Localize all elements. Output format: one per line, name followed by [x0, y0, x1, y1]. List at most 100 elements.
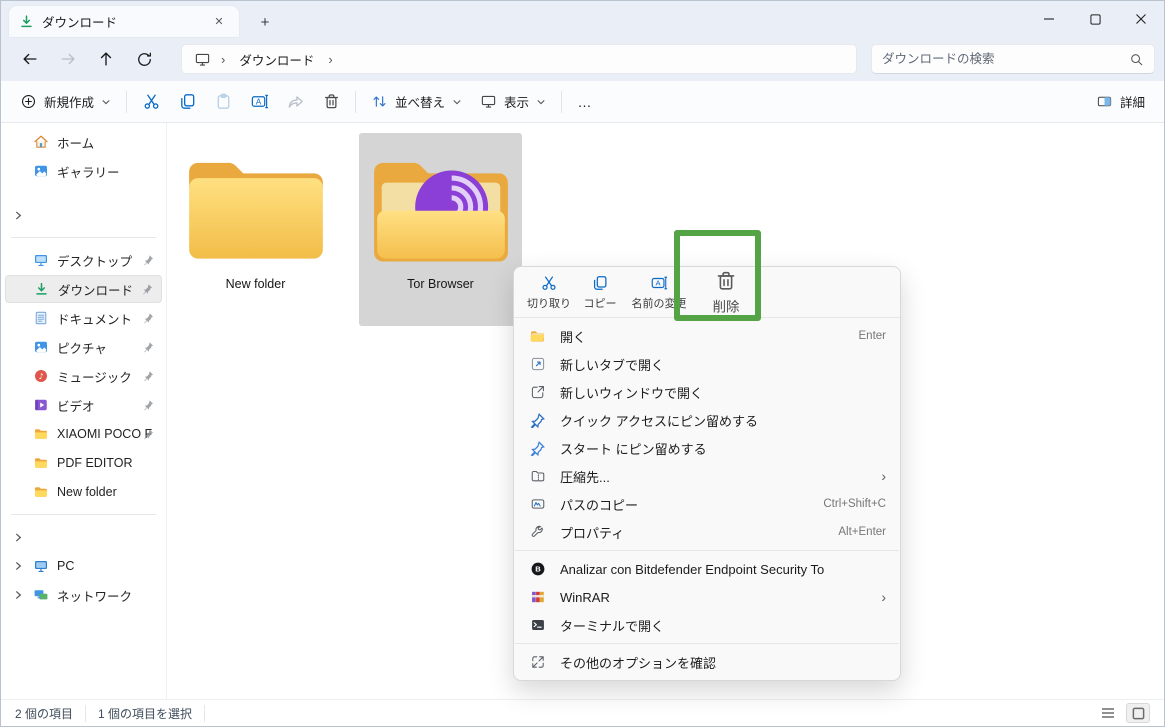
cut-menu-button[interactable]: 切り取り: [524, 269, 574, 315]
sidebar-item-home[interactable]: ホーム: [5, 128, 162, 156]
sidebar-item-pdf-editor[interactable]: PDF EDITOR: [5, 449, 162, 477]
maximize-button[interactable]: [1072, 1, 1118, 37]
breadcrumb-folder[interactable]: ダウンロード: [235, 48, 318, 71]
menu-item-bitdefender-scan[interactable]: B Analizar con Bitdefender Endpoint Secu…: [518, 555, 896, 583]
large-icons-view-button[interactable]: [1126, 703, 1150, 723]
this-pc-icon[interactable]: [194, 51, 211, 68]
pin-icon: [142, 284, 153, 295]
sidebar-divider: [11, 237, 156, 238]
menu-item-label: WinRAR: [560, 590, 610, 605]
menu-item-open-new-tab[interactable]: 新しいタブで開く: [518, 350, 896, 378]
sidebar-item-new-folder[interactable]: New folder: [5, 478, 162, 506]
menu-item-properties[interactable]: プロパティ Alt+Enter: [518, 518, 896, 546]
share-button[interactable]: [277, 87, 313, 117]
context-menu-list: 開く Enter 新しいタブで開く 新しいウィンドウで開く クイック アクセス: [514, 318, 900, 676]
menu-item-label: プロパティ: [560, 523, 624, 542]
sidebar-item-documents[interactable]: ドキュメント: [5, 304, 162, 332]
menu-shortcut: Enter: [849, 330, 887, 342]
menu-item-pin-start[interactable]: スタート にピン留めする: [518, 434, 896, 462]
breadcrumb[interactable]: › ダウンロード ›: [181, 44, 857, 74]
copy-menu-button[interactable]: コピー: [574, 269, 626, 315]
sidebar-item-gallery[interactable]: ギャラリー: [5, 157, 162, 185]
pin-icon: [143, 400, 154, 411]
menu-item-compress[interactable]: 圧縮先... ›: [518, 462, 896, 490]
sidebar-item-downloads[interactable]: ダウンロード: [5, 275, 162, 303]
selected-count: 1 個の項目を選択: [86, 705, 205, 722]
paste-button[interactable]: [205, 87, 241, 117]
menu-item-open[interactable]: 開く Enter: [518, 322, 896, 350]
new-tab-button[interactable]: +: [253, 10, 277, 34]
sidebar-item-label: ミュージック: [57, 367, 132, 386]
view-button-label: 表示: [504, 92, 529, 111]
network-icon: [33, 587, 49, 603]
search-icon[interactable]: [1129, 52, 1144, 67]
delete-button[interactable]: [313, 87, 349, 117]
sidebar-item-videos[interactable]: ビデオ: [5, 391, 162, 419]
pin-icon: [528, 413, 547, 428]
forward-button[interactable]: [53, 45, 83, 73]
file-tile-tor-browser[interactable]: Tor Browser: [359, 133, 522, 326]
sidebar-item-label: XIAOMI POCO F: [57, 427, 152, 441]
download-icon: [34, 282, 49, 297]
tab-close-icon[interactable]: ✕: [209, 12, 229, 32]
chevron-right-icon[interactable]: [13, 561, 24, 572]
folder-icon: [33, 455, 49, 471]
menu-item-show-more-options[interactable]: その他のオプションを確認: [518, 648, 896, 676]
sidebar-expander[interactable]: [5, 523, 162, 551]
refresh-button[interactable]: [129, 45, 159, 73]
sidebar-item-music[interactable]: ♪ ミュージック: [5, 362, 162, 390]
menu-item-pin-quick-access[interactable]: クイック アクセスにピン留めする: [518, 406, 896, 434]
rename-button[interactable]: A: [241, 87, 277, 117]
file-tile-new-folder[interactable]: New folder: [174, 133, 337, 326]
menu-item-label: パスのコピー: [560, 495, 638, 514]
copy-path-icon: [528, 496, 547, 512]
more-options-button[interactable]: …: [568, 94, 602, 110]
cut-button[interactable]: [133, 87, 169, 117]
chevron-right-icon[interactable]: [13, 590, 24, 601]
submenu-chevron-icon: ›: [881, 468, 886, 484]
menu-item-label: クイック アクセスにピン留めする: [560, 411, 758, 430]
copy-button[interactable]: [169, 87, 205, 117]
home-icon: [33, 134, 49, 150]
sidebar-item-xiaomi-poco[interactable]: XIAOMI POCO F: [5, 420, 162, 448]
folder-icon: [180, 149, 332, 271]
sidebar: ホーム ギャラリー デスクトップ: [1, 123, 166, 699]
navigation-bar: › ダウンロード ›: [1, 37, 1164, 81]
sort-button[interactable]: 並べ替え: [362, 87, 471, 117]
tab-downloads[interactable]: ダウンロード ✕: [9, 6, 239, 37]
menu-item-label: ターミナルで開く: [560, 616, 664, 635]
pin-icon: [143, 255, 154, 266]
sidebar-expander[interactable]: [5, 201, 162, 229]
sidebar-item-desktop[interactable]: デスクトップ: [5, 246, 162, 274]
menu-item-open-terminal[interactable]: ターミナルで開く: [518, 611, 896, 639]
details-pane-button[interactable]: 詳細: [1087, 87, 1154, 117]
sidebar-item-label: ビデオ: [57, 396, 95, 415]
menu-item-copy-path[interactable]: パスのコピー Ctrl+Shift+C: [518, 490, 896, 518]
tor-browser-folder-icon: [365, 149, 517, 271]
window-controls: [1026, 1, 1164, 37]
pin-icon: [143, 313, 154, 324]
menu-item-open-new-window[interactable]: 新しいウィンドウで開く: [518, 378, 896, 406]
menu-item-winrar[interactable]: WinRAR ›: [518, 583, 896, 611]
search-input[interactable]: [882, 52, 1129, 66]
plus-circle-icon: [20, 93, 37, 110]
close-button[interactable]: [1118, 1, 1164, 37]
minimize-button[interactable]: [1026, 1, 1072, 37]
sidebar-item-network[interactable]: ネットワーク: [5, 581, 162, 609]
sidebar-item-label: デスクトップ: [57, 251, 132, 270]
menu-item-label: スタート にピン留めする: [560, 439, 707, 458]
sidebar-item-pictures[interactable]: ピクチャ: [5, 333, 162, 361]
back-button[interactable]: [15, 45, 45, 73]
details-pane-icon: [1096, 93, 1113, 110]
sidebar-item-label: ダウンロード: [58, 280, 133, 299]
view-button[interactable]: 表示: [471, 87, 555, 117]
context-menu: 切り取り コピー A 名前の変更: [513, 266, 901, 681]
sidebar-item-label: PDF EDITOR: [57, 456, 132, 470]
command-toolbar: 新規作成 A: [1, 81, 1164, 123]
up-button[interactable]: [91, 45, 121, 73]
list-view-button[interactable]: [1096, 703, 1120, 723]
new-button[interactable]: 新規作成: [11, 87, 120, 117]
pin-icon: [143, 342, 154, 353]
sidebar-item-pc[interactable]: PC: [5, 552, 162, 580]
svg-text:A: A: [255, 97, 261, 106]
